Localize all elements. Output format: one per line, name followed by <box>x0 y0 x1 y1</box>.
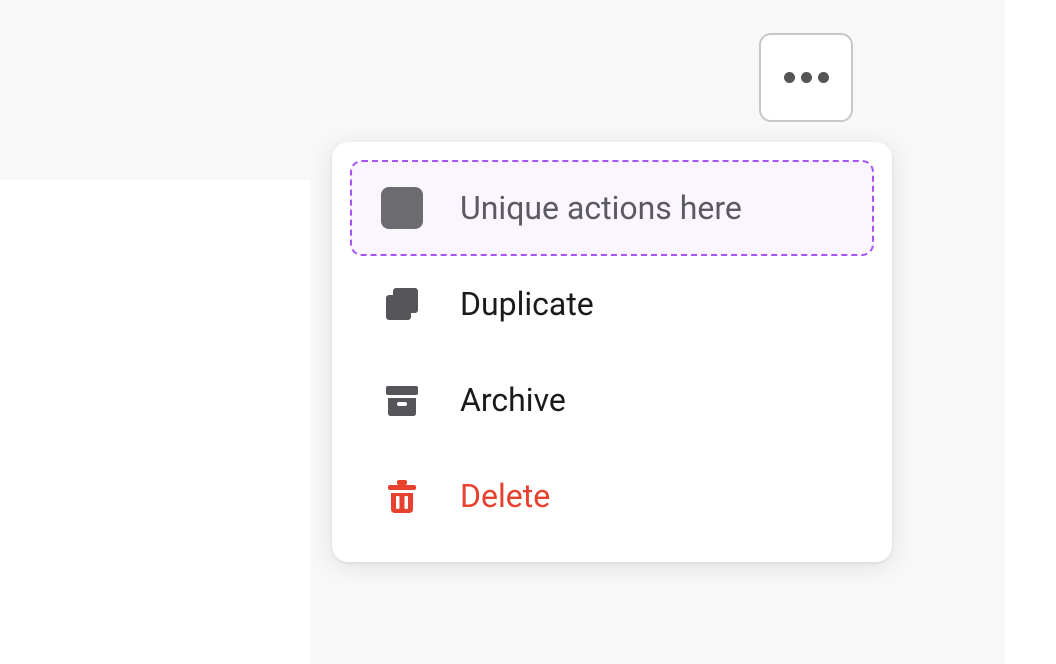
content-panel <box>0 180 310 664</box>
dropdown-menu: Unique actions here Duplicate Archive <box>332 142 892 562</box>
menu-item-label: Archive <box>460 381 566 419</box>
menu-item-unique-actions[interactable]: Unique actions here <box>350 160 874 256</box>
placeholder-icon <box>380 186 424 230</box>
ellipsis-icon <box>784 72 829 83</box>
menu-item-label: Duplicate <box>460 285 594 323</box>
more-options-button[interactable] <box>759 33 853 122</box>
menu-item-archive[interactable]: Archive <box>350 352 874 448</box>
menu-item-label: Delete <box>460 477 550 515</box>
archive-icon <box>380 378 424 422</box>
right-edge-panel <box>1005 0 1056 664</box>
menu-item-duplicate[interactable]: Duplicate <box>350 256 874 352</box>
menu-item-label: Unique actions here <box>460 189 742 227</box>
trash-icon <box>380 474 424 518</box>
menu-item-delete[interactable]: Delete <box>350 448 874 544</box>
duplicate-icon <box>380 282 424 326</box>
